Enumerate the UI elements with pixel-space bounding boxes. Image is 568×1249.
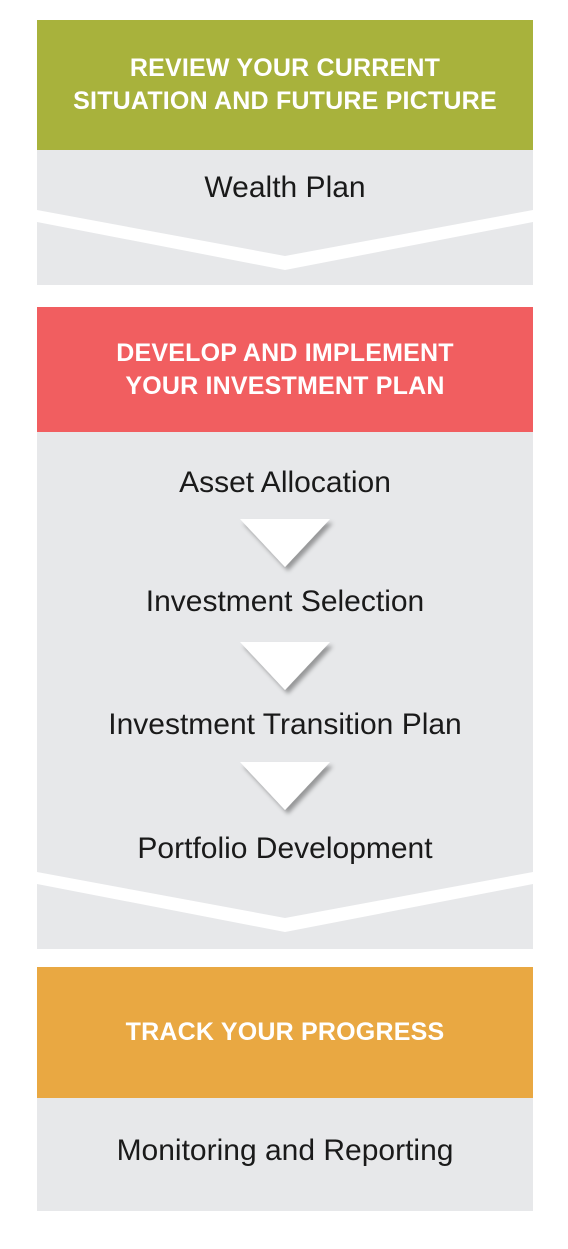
down-arrow-icon [240, 642, 330, 690]
section-panel-track: Monitoring and Reporting [37, 1098, 533, 1211]
chevron-divider [37, 210, 533, 270]
section-panel-develop: Asset Allocation Investment Selection In… [37, 432, 533, 949]
section-header-track: TRACK YOUR PROGRESS [37, 967, 533, 1098]
step-investment-selection: Investment Selection [145, 585, 425, 618]
step-investment-transition-plan: Investment Transition Plan [108, 708, 462, 741]
header-line: YOUR INVESTMENT PLAN [125, 371, 445, 400]
chevron-divider [37, 872, 533, 932]
header-line: SITUATION AND FUTURE PICTURE [73, 87, 497, 115]
step-wealth-plan: Wealth Plan [204, 171, 366, 204]
step-asset-allocation: Asset Allocation [179, 466, 391, 499]
step-portfolio-development: Portfolio Development [137, 832, 433, 865]
header-line: REVIEW YOUR CURRENT [129, 54, 441, 82]
down-arrow-icon [240, 519, 330, 567]
header-line: DEVELOP AND IMPLEMENT [116, 338, 454, 367]
header-line: TRACK YOUR PROGRESS [125, 1018, 445, 1046]
section-panel-review: Wealth Plan [37, 150, 533, 285]
section-header-develop: DEVELOP AND IMPLEMENT YOUR INVESTMENT PL… [37, 307, 533, 432]
down-arrow-icon [240, 762, 330, 810]
step-monitoring-and-reporting: Monitoring and Reporting [116, 1134, 454, 1167]
section-header-review: REVIEW YOUR CURRENT SITUATION AND FUTURE… [37, 20, 533, 150]
